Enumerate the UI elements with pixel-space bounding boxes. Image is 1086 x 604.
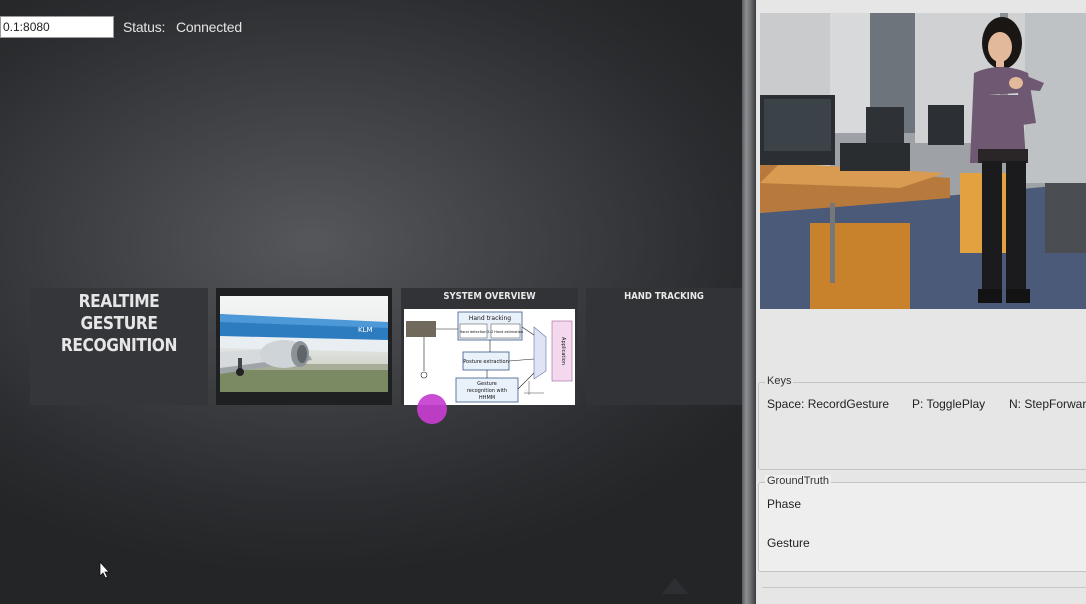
status-label: Status:	[123, 19, 166, 35]
keys-group: Keys Space: RecordGesture P: TogglePlay …	[758, 375, 1086, 470]
svg-text:KLM: KLM	[358, 326, 373, 334]
phase-label: Phase	[767, 497, 802, 511]
presentation-stage[interactable]: 0.1:8080 Status: Connected REALTIME GEST…	[0, 0, 742, 604]
slide-title-text: REALTIME GESTURE RECOGNITION	[42, 291, 195, 357]
box-gesture-line1: Gesture	[477, 381, 497, 387]
system-overview-diagram: Hand tracking Hand detection 3-D Hand es…	[404, 309, 575, 405]
triangle-nav-icon[interactable]	[662, 578, 688, 594]
box-3d-estimation: 3-D Hand estimation	[487, 330, 523, 334]
slide-thumbnail-airplane[interactable]: KLM	[216, 288, 392, 405]
camera-feed	[760, 13, 1086, 309]
system-overview-title: SYSTEM OVERVIEW	[443, 291, 536, 302]
slide-thumbnail-system-overview[interactable]: SYSTEM OVERVIEW Hand tracking Hand detec…	[401, 288, 578, 405]
key-hint-record: Space: RecordGesture	[767, 397, 890, 411]
status-value: Connected	[176, 19, 242, 35]
slide-title-line1: REALTIME GESTURE	[78, 291, 160, 334]
keys-legend: Keys	[765, 375, 794, 387]
key-hint-toggle-play: P: TogglePlay	[912, 397, 986, 411]
groundtruth-legend: GroundTruth	[765, 475, 831, 487]
box-posture: Posture extraction	[463, 359, 509, 365]
splitter-handle[interactable]	[742, 0, 756, 604]
slide-thumbnail-hand-tracking[interactable]: HAND TRACKING	[586, 288, 742, 405]
gesture-label: Gesture	[767, 536, 810, 550]
panel-divider	[762, 587, 1086, 588]
mouse-pointer-icon	[99, 561, 110, 579]
side-panel: Keys Space: RecordGesture P: TogglePlay …	[756, 0, 1086, 604]
hand-pointer-dot	[417, 394, 447, 424]
box-hand-tracking: Hand tracking	[469, 315, 511, 322]
slide-title-line2: RECOGNITION	[60, 335, 178, 356]
key-hint-step-forward: N: StepForward	[1009, 397, 1086, 411]
slide-thumbnail-title[interactable]: REALTIME GESTURE RECOGNITION	[30, 288, 208, 405]
box-gesture-line3: HHMM	[479, 395, 495, 401]
box-application: Application	[560, 337, 566, 365]
box-gesture-line2: recognition with	[467, 388, 507, 394]
server-address-input[interactable]: 0.1:8080	[0, 16, 114, 38]
box-hand-detection: Hand detection	[460, 330, 487, 334]
groundtruth-group: GroundTruth Phase Gesture	[758, 475, 1086, 572]
airplane-image: KLM	[220, 296, 388, 392]
hand-tracking-title: HAND TRACKING	[624, 291, 704, 302]
